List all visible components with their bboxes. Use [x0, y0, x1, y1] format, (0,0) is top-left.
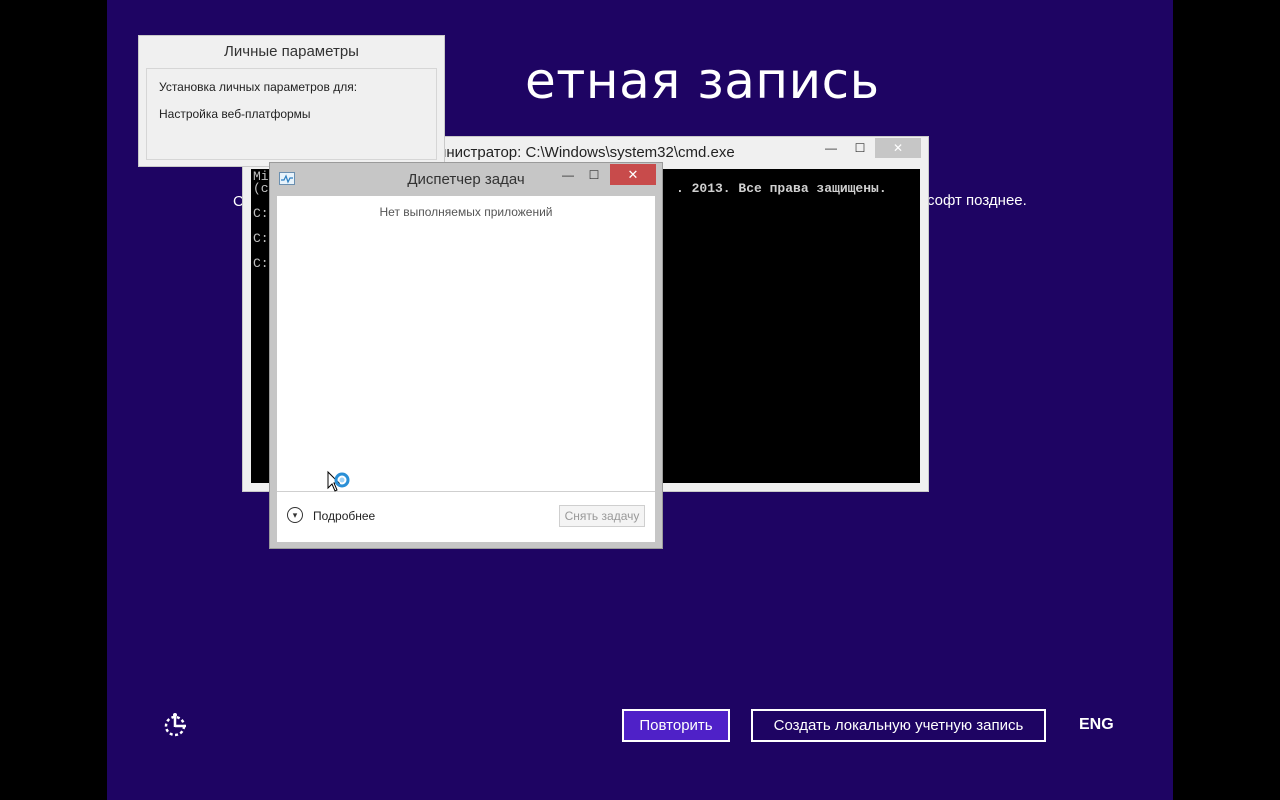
page-title: етная запись — [525, 52, 880, 110]
task-manager-close-button[interactable]: ✕ — [610, 164, 656, 185]
create-local-account-button[interactable]: Создать локальную учетную запись — [751, 709, 1046, 742]
cmd-line: C: — [253, 206, 269, 221]
ease-of-access-icon[interactable] — [162, 711, 190, 739]
end-task-button[interactable]: Снять задачу — [559, 505, 645, 527]
personal-settings-step: Настройка веб-платформы — [159, 107, 311, 121]
retry-button[interactable]: Повторить — [622, 709, 730, 742]
no-apps-message: Нет выполняемых приложений — [379, 205, 553, 219]
busy-cursor-icon — [327, 470, 350, 492]
cmd-window-title: инистратор: C:\Windows\system32\cmd.exe — [438, 144, 735, 161]
personal-settings-title: Личные параметры — [224, 43, 359, 60]
cmd-line: C: — [253, 256, 269, 271]
cmd-minimize-button[interactable]: — — [817, 138, 845, 158]
chevron-down-icon[interactable]: ▾ — [287, 507, 303, 523]
description-text-fragment-right: софт позднее. — [927, 192, 1027, 209]
cmd-copyright-line: . 2013. Все права защищены. — [676, 181, 887, 196]
language-indicator[interactable]: ENG — [1079, 716, 1114, 734]
task-manager-maximize-button[interactable]: ☐ — [583, 166, 605, 184]
task-manager-minimize-button[interactable]: — — [557, 166, 579, 184]
cmd-maximize-button[interactable]: ☐ — [846, 138, 874, 158]
personal-settings-status: Установка личных параметров для: — [159, 80, 358, 94]
personal-settings-panel: Установка личных параметров для: Настрой… — [146, 68, 437, 160]
cmd-line: (c — [253, 181, 269, 196]
cmd-line: C: — [253, 231, 269, 246]
more-details-link[interactable]: Подробнее — [313, 509, 375, 523]
personal-settings-dialog: Личные параметры Установка личных параме… — [138, 35, 445, 167]
cmd-close-button[interactable]: ✕ — [875, 138, 921, 158]
oobe-screen: етная запись С софт позднее. инистратор:… — [107, 0, 1173, 800]
